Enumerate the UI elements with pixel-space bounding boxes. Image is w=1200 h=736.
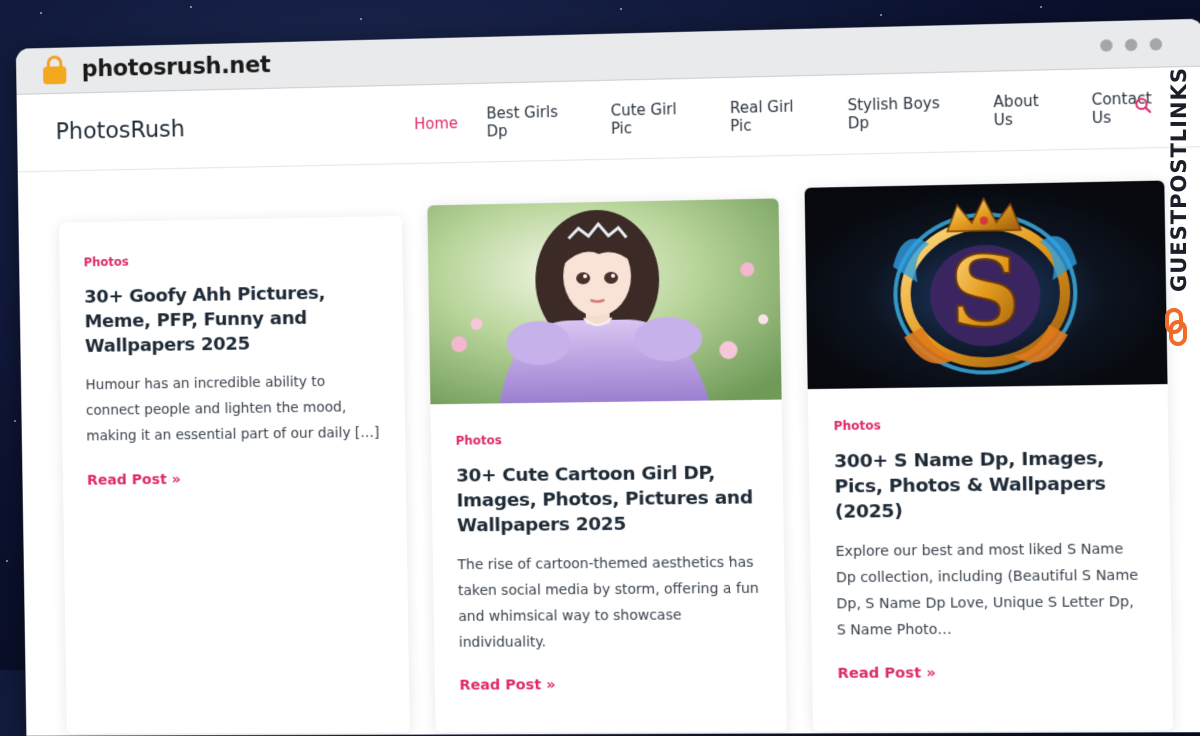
nav-stylish-boys-dp[interactable]: Stylish Boys Dp <box>847 94 964 133</box>
svg-text:S: S <box>949 235 1022 350</box>
search-icon[interactable] <box>1134 96 1153 115</box>
post-category[interactable]: Photos <box>84 250 378 269</box>
window-controls <box>1100 38 1162 52</box>
post-title[interactable]: 30+ Cute Cartoon Girl DP, Images, Photos… <box>456 460 759 538</box>
nav-about-us[interactable]: About Us <box>993 91 1062 129</box>
post-title[interactable]: 300+ S Name Dp, Images, Pics, Photos & W… <box>834 445 1144 524</box>
window-dot-icon[interactable] <box>1150 38 1163 51</box>
nav-best-girls-dp[interactable]: Best Girls Dp <box>486 102 582 140</box>
guestpostlinks-watermark: GUESTPOSTLINKS <box>1156 56 1196 356</box>
post-card: Photos 30+ Goofy Ahh Pictures, Meme, PFP… <box>59 216 410 734</box>
read-post-link[interactable]: Read Post » <box>87 472 181 489</box>
nav-real-girl-pic[interactable]: Real Girl Pic <box>730 97 819 135</box>
post-thumbnail-cartoon-girl[interactable] <box>427 198 781 404</box>
post-title[interactable]: 30+ Goofy Ahh Pictures, Meme, PFP, Funny… <box>84 280 379 359</box>
nav-cute-girl-pic[interactable]: Cute Girl Pic <box>610 100 701 138</box>
read-post-link[interactable]: Read Post » <box>459 677 555 693</box>
site-logo[interactable]: PhotosRush <box>55 117 185 146</box>
post-card: Photos 30+ Cute Cartoon Girl DP, Images,… <box>427 198 787 732</box>
window-dot-icon[interactable] <box>1125 39 1138 52</box>
post-excerpt: Explore our best and most liked S Name D… <box>835 536 1145 644</box>
posts-grid: Photos 30+ Goofy Ahh Pictures, Meme, PFP… <box>18 147 1200 736</box>
post-excerpt: Humour has an incredible ability to conn… <box>85 368 380 449</box>
nav-home[interactable]: Home <box>414 114 458 133</box>
window-dot-icon[interactable] <box>1100 39 1113 51</box>
url-text[interactable]: photosrush.net <box>81 52 270 82</box>
read-post-link[interactable]: Read Post » <box>837 665 936 682</box>
post-category[interactable]: Photos <box>833 415 1142 433</box>
post-category[interactable]: Photos <box>456 430 758 448</box>
post-excerpt: The rise of cartoon-themed aesthetics ha… <box>457 550 760 656</box>
post-card: S Photos 300+ S Name Dp, Images, Pics, P… <box>805 181 1173 732</box>
post-thumbnail-s-letter[interactable]: S <box>805 181 1168 390</box>
lock-icon <box>43 55 67 85</box>
browser-window: photosrush.net PhotosRush Home Best Girl… <box>16 19 1200 736</box>
link-chain-icon <box>1167 310 1185 344</box>
watermark-text: GUESTPOSTLINKS <box>1167 67 1191 292</box>
